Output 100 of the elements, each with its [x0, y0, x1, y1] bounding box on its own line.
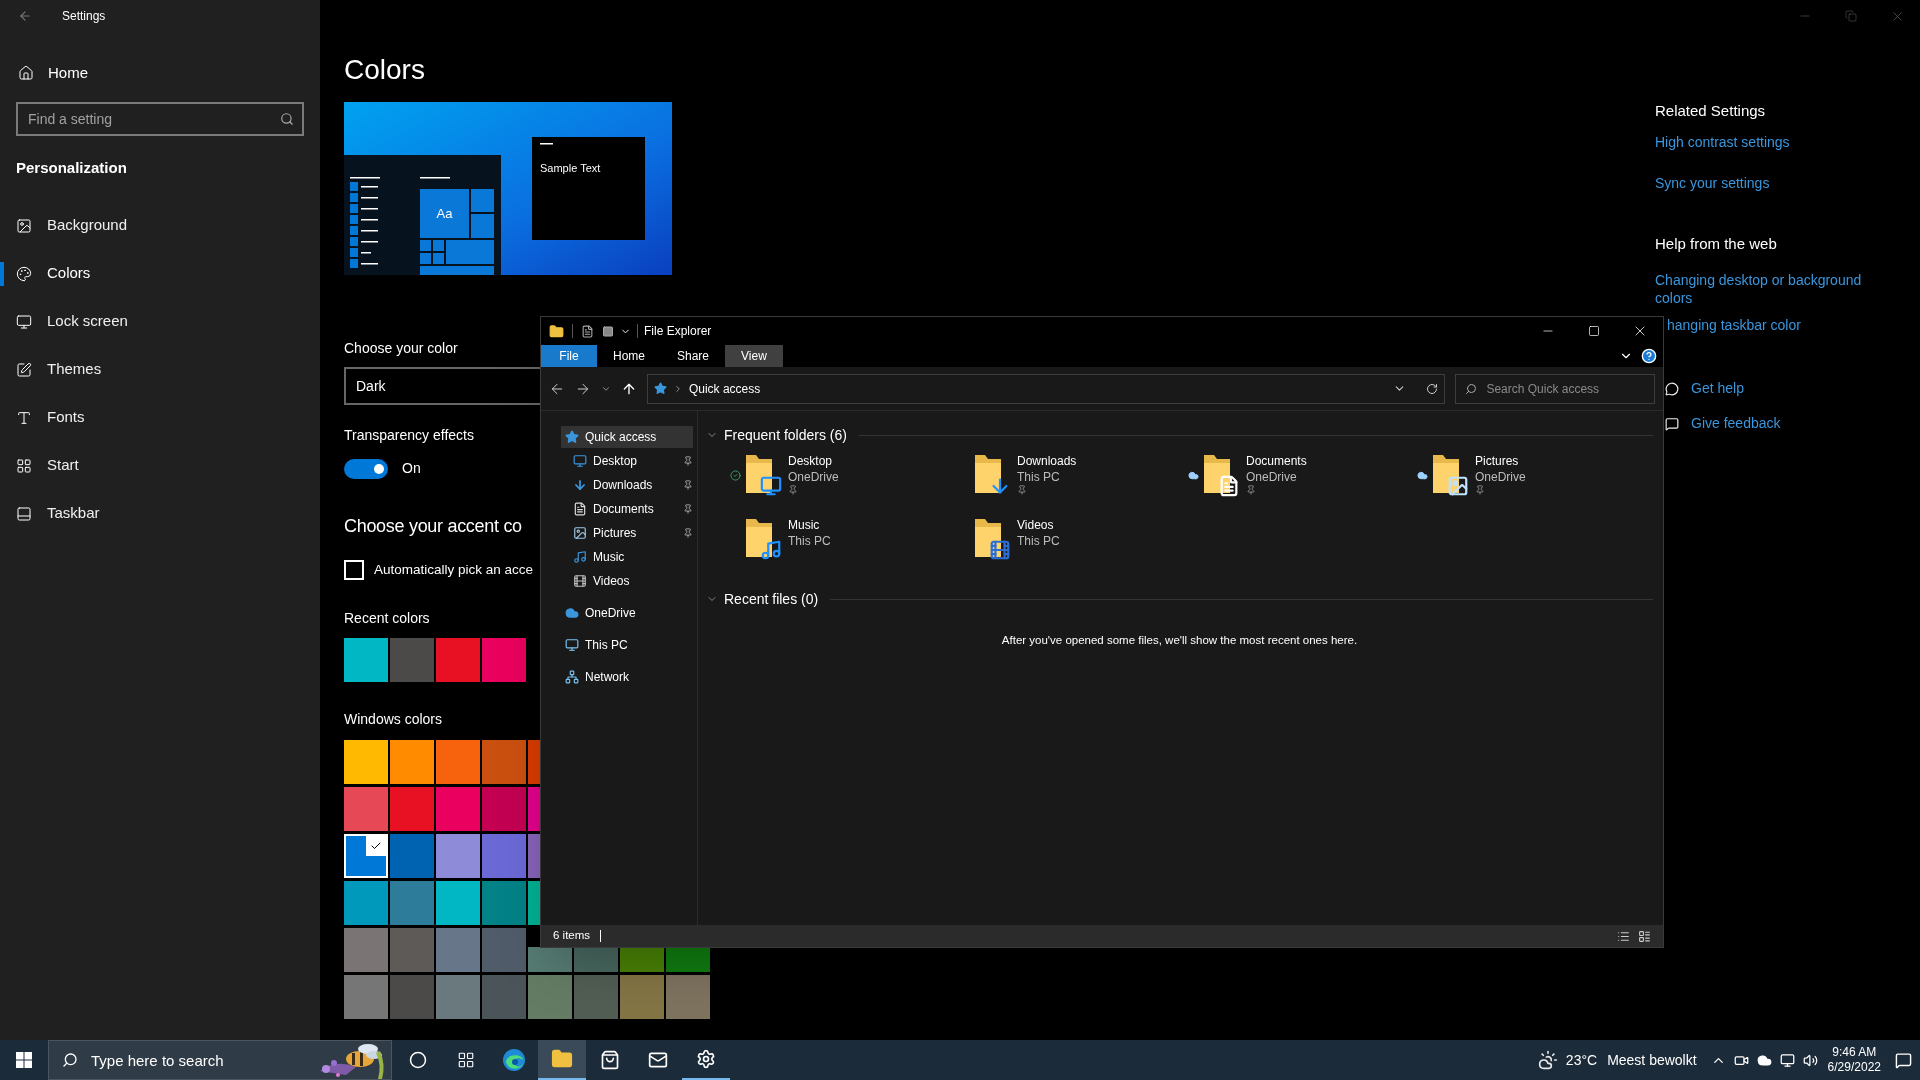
field-label: Transparency effects: [344, 426, 474, 445]
group-heading: Recent files (0): [724, 589, 819, 609]
color-swatch[interactable]: [574, 947, 618, 973]
address-bar[interactable]: Quick access: [646, 373, 1446, 404]
color-swatch[interactable]: [390, 740, 434, 785]
link[interactable]: Sync your settings: [1655, 172, 1770, 194]
color-swatch[interactable]: [344, 881, 388, 926]
notifications-icon[interactable]: [1895, 1051, 1912, 1069]
link[interactable]: High contrast settings: [1655, 131, 1790, 153]
clock[interactable]: 9:46 AM 6/29/2022: [1827, 1045, 1881, 1075]
star-icon: [653, 382, 667, 395]
color-swatch[interactable]: [436, 740, 480, 785]
link[interactable]: Give feedback: [1691, 413, 1781, 434]
color-mode-dropdown[interactable]: Dark: [344, 367, 540, 405]
color-swatch[interactable]: [620, 975, 664, 1020]
folder-tile[interactable]: Music This PC: [726, 517, 955, 565]
nav-item[interactable]: Taskbar: [16, 495, 100, 532]
color-swatch[interactable]: [482, 834, 526, 879]
ribbon-tab[interactable]: Home: [597, 345, 661, 367]
color-swatch[interactable]: [390, 834, 434, 879]
color-swatch[interactable]: [528, 787, 540, 832]
nav-item[interactable]: Network: [561, 666, 693, 688]
ribbon-tab[interactable]: File: [541, 345, 597, 367]
color-swatch[interactable]: [344, 834, 388, 879]
color-swatch[interactable]: [344, 928, 388, 973]
link[interactable]: hanging taskbar color: [1667, 316, 1801, 334]
color-swatch[interactable]: [436, 881, 480, 926]
nav-item[interactable]: Colors: [16, 255, 91, 292]
color-swatch[interactable]: [436, 787, 480, 832]
color-swatch[interactable]: [482, 928, 526, 973]
nav-item[interactable]: Fonts: [16, 399, 85, 436]
nav-item[interactable]: Downloads: [569, 474, 683, 496]
help-icon[interactable]: [1641, 348, 1657, 364]
link[interactable]: Get help: [1691, 378, 1744, 399]
weather-icon[interactable]: [1537, 1050, 1558, 1070]
chat-bubble-icon: [1665, 381, 1679, 396]
color-swatch[interactable]: [482, 740, 526, 785]
section-heading: Personalization: [16, 158, 127, 178]
nav-item[interactable]: Lock screen: [16, 303, 128, 340]
search-field[interactable]: Find a setting: [16, 102, 304, 136]
color-swatch[interactable]: [528, 740, 540, 785]
color-swatch[interactable]: [344, 638, 388, 683]
nav-item[interactable]: Themes: [16, 351, 102, 388]
color-swatch[interactable]: [528, 881, 540, 926]
link[interactable]: Changing desktop or background colors: [1655, 271, 1895, 307]
color-swatch[interactable]: [482, 881, 526, 926]
color-swatch[interactable]: [436, 928, 480, 973]
pin-icon: [1017, 485, 1027, 495]
toggle-switch[interactable]: [344, 458, 388, 479]
empty-message: After you've opened some files, we'll show the most recent ones here.: [1001, 633, 1358, 648]
color-swatch[interactable]: [620, 947, 664, 973]
color-swatch[interactable]: [482, 787, 526, 832]
folder-tile[interactable]: Pictures OneDrive: [1413, 453, 1642, 501]
folder-tile[interactable]: Desktop OneDrive: [726, 453, 955, 501]
search-field[interactable]: Search Quick access: [1455, 373, 1655, 404]
nav-item[interactable]: Home: [0, 55, 88, 91]
nav-item[interactable]: Background: [16, 207, 128, 244]
color-swatch[interactable]: [390, 638, 434, 683]
nav-item[interactable]: Pictures: [569, 522, 683, 544]
nav-item[interactable]: This PC: [561, 634, 693, 656]
color-swatch[interactable]: [390, 881, 434, 926]
color-swatch[interactable]: [666, 947, 710, 973]
folder-tile[interactable]: Videos This PC: [955, 517, 1184, 565]
search-field[interactable]: Type here to search: [48, 1040, 392, 1080]
details-view-icon[interactable]: [1617, 929, 1630, 943]
color-swatch[interactable]: [528, 975, 572, 1020]
nav-item[interactable]: OneDrive: [561, 602, 693, 624]
color-swatch[interactable]: [436, 975, 480, 1020]
folder-tile[interactable]: Documents OneDrive: [1184, 453, 1413, 501]
cloud-icon[interactable]: [1756, 1052, 1772, 1068]
browser-icon: [502, 1048, 526, 1072]
nav-item[interactable]: Quick access: [561, 426, 693, 448]
color-swatch[interactable]: [528, 947, 572, 973]
color-swatch[interactable]: [344, 787, 388, 832]
monitor-icon: [565, 638, 579, 652]
color-swatch[interactable]: [344, 740, 388, 785]
color-swatch[interactable]: [666, 975, 710, 1020]
nav-item[interactable]: Documents: [569, 498, 683, 520]
color-swatch[interactable]: [482, 975, 526, 1020]
nav-item[interactable]: Start: [16, 447, 79, 484]
ribbon-tab[interactable]: View: [725, 345, 783, 367]
nav-item[interactable]: Videos: [569, 570, 693, 592]
nav-item[interactable]: Music: [569, 546, 693, 568]
volume-icon[interactable]: [1802, 1052, 1818, 1068]
color-swatch[interactable]: [390, 928, 434, 973]
color-swatch[interactable]: [482, 638, 526, 683]
color-swatch[interactable]: [574, 975, 618, 1020]
folder-name: Music: [788, 517, 821, 533]
color-swatch[interactable]: [528, 834, 540, 879]
tiles-view-icon[interactable]: [1638, 929, 1651, 943]
color-swatch[interactable]: [344, 975, 388, 1020]
checkbox[interactable]: [344, 560, 364, 581]
color-swatch[interactable]: [390, 975, 434, 1020]
color-swatch[interactable]: [436, 638, 480, 683]
back-icon[interactable]: [18, 9, 32, 23]
color-swatch[interactable]: [436, 834, 480, 879]
nav-item[interactable]: Desktop: [569, 450, 683, 472]
folder-tile[interactable]: Downloads This PC: [955, 453, 1184, 501]
ribbon-tab[interactable]: Share: [661, 345, 726, 367]
color-swatch[interactable]: [390, 787, 434, 832]
